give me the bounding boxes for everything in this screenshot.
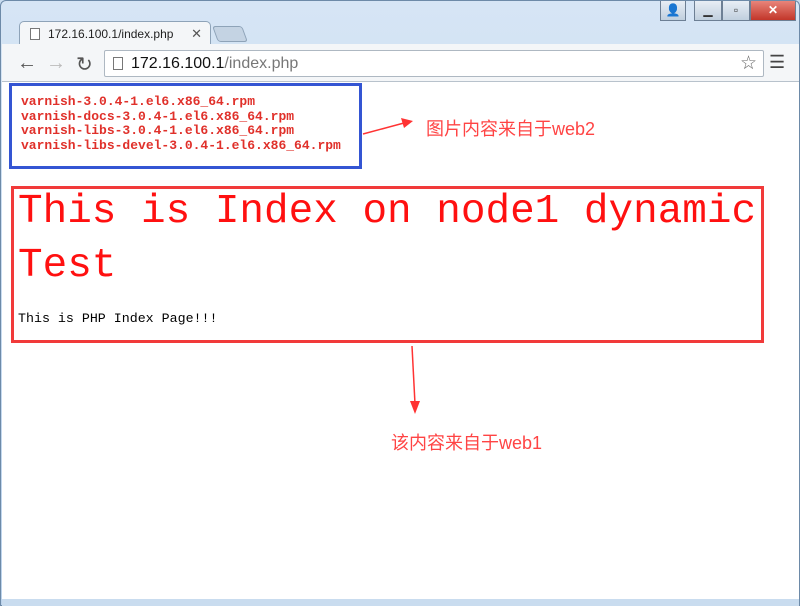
document-icon bbox=[113, 57, 123, 70]
document-icon bbox=[30, 27, 40, 40]
minimize-icon[interactable]: ▁ bbox=[694, 1, 722, 21]
window-bottom-border bbox=[2, 599, 799, 606]
annotation-web1: 该内容来自于web1 bbox=[391, 433, 543, 453]
close-icon[interactable]: ✕ bbox=[191, 26, 202, 42]
address-bar[interactable]: 172.16.100.1/index.php ☆ bbox=[104, 50, 764, 77]
arrow-web1 bbox=[411, 345, 416, 405]
window-close-icon[interactable]: ✕ bbox=[750, 1, 796, 21]
arrowhead-web1 bbox=[410, 401, 420, 414]
url-host: 172.16.100.1 bbox=[131, 55, 225, 72]
tab-index[interactable]: 172.16.100.1/index.php ✕ bbox=[19, 21, 211, 45]
page-subtext: This is PHP Index Page!!! bbox=[18, 311, 218, 326]
annotation-web2: 图片内容来自于web2 bbox=[426, 119, 596, 139]
arrowhead-web2 bbox=[401, 118, 413, 128]
back-icon[interactable]: ← bbox=[17, 52, 37, 75]
page-content: varnish-3.0.4-1.el6.x86_64.rpm varnish-d… bbox=[2, 82, 799, 599]
reload-icon[interactable]: ↻ bbox=[76, 52, 93, 77]
dynamic-content: This is Index on node1 dynamic Test This… bbox=[11, 186, 764, 343]
browser-window: 172.16.100.1/index.php ✕ 👤 ▁ ▫ ✕ ← → ↻ 1… bbox=[0, 0, 800, 606]
arrow-web2 bbox=[362, 122, 405, 135]
toolbar: ← → ↻ 172.16.100.1/index.php ☆ ☰ bbox=[2, 44, 799, 82]
maximize-icon[interactable]: ▫ bbox=[722, 1, 750, 21]
url-path: /index.php bbox=[224, 55, 299, 72]
user-icon[interactable]: 👤 bbox=[660, 1, 686, 21]
new-tab-button[interactable] bbox=[212, 26, 248, 42]
forward-icon: → bbox=[46, 52, 66, 74]
star-icon[interactable]: ☆ bbox=[740, 51, 757, 76]
page-heading: This is Index on node1 dynamic Test bbox=[18, 189, 757, 289]
tab-title: 172.16.100.1/index.php bbox=[48, 26, 174, 41]
menu-icon[interactable]: ☰ bbox=[769, 52, 785, 73]
